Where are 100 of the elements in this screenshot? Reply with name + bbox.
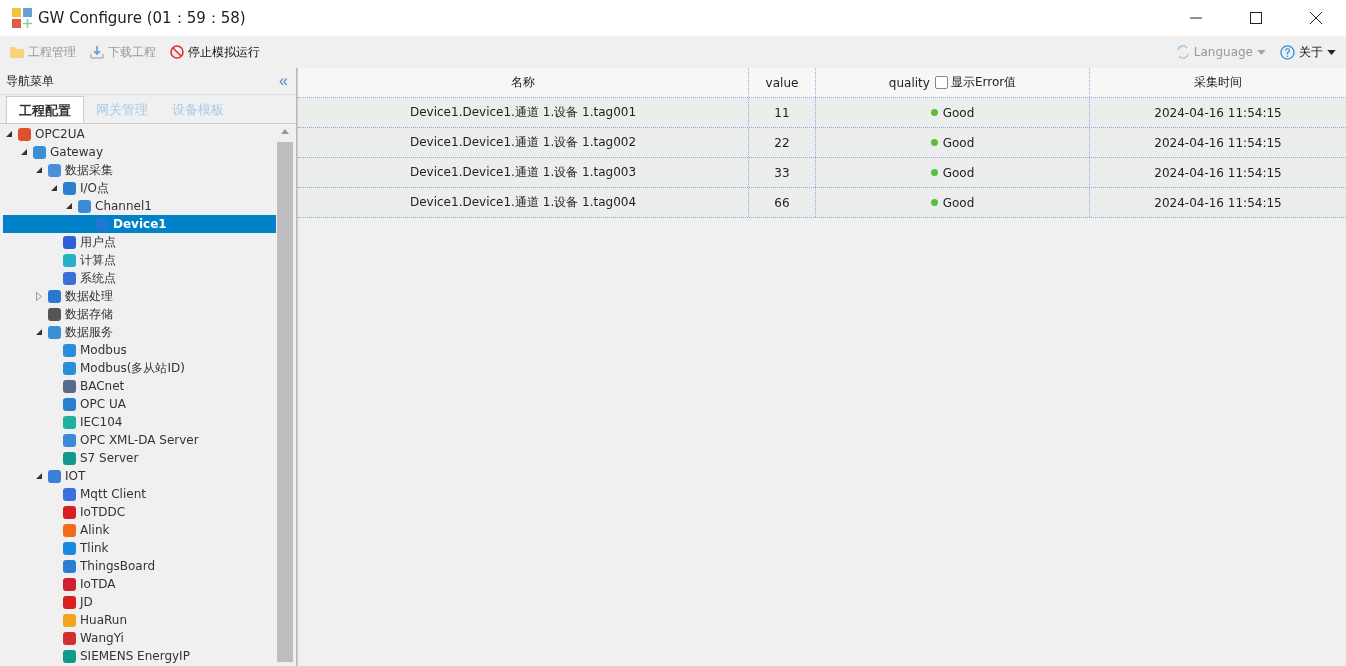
tree-item[interactable]: Mqtt Client — [0, 485, 276, 503]
column-header: value — [749, 68, 816, 97]
tree-node-icon — [63, 505, 76, 519]
prohibited-icon — [170, 45, 184, 59]
tree-node-icon — [63, 235, 76, 249]
tree-node-icon — [63, 649, 76, 663]
column-header: 采集时间 — [1193, 74, 1243, 91]
tree-node-icon — [63, 487, 76, 501]
column-header: 名称 — [298, 68, 749, 97]
caret-icon — [1257, 49, 1266, 55]
table-cell: Good — [942, 135, 975, 150]
tree-item[interactable]: JD — [0, 593, 276, 611]
tree-node-icon — [63, 271, 76, 285]
tree-item[interactable]: OPC UA — [0, 395, 276, 413]
tree-node-icon — [63, 541, 76, 555]
expanded-arrow-icon[interactable] — [36, 329, 42, 335]
table-cell: 33 — [749, 158, 816, 187]
table-cell: Good — [942, 165, 975, 180]
tree-node-icon — [48, 469, 61, 483]
tree-item[interactable]: Device1 — [3, 215, 276, 233]
tree-item[interactable]: WangYi — [0, 629, 276, 647]
tree-item[interactable]: Gateway — [0, 143, 276, 161]
tree-item[interactable]: Modbus — [0, 341, 276, 359]
table-cell: 22 — [749, 128, 816, 157]
table-cell: Device1.Device1.通道 1.设备 1.tag001 — [298, 98, 749, 127]
tree-node-icon — [96, 217, 109, 231]
table-cell: Device1.Device1.通道 1.设备 1.tag002 — [298, 128, 749, 157]
tree-node-icon — [78, 199, 91, 213]
tree-node-icon — [33, 145, 46, 159]
table-cell-text: 2024-04-16 11:54:15 — [1153, 104, 1283, 122]
tree-node-icon — [63, 559, 76, 573]
tree-item[interactable]: IEC104 — [0, 413, 276, 431]
table-cell-text: 2024-04-16 11:54:15 — [1153, 164, 1283, 182]
tree-item[interactable]: 数据存储 — [0, 305, 276, 323]
table-cell: Good — [942, 195, 975, 210]
toolbar-menu-button[interactable]: 关于 — [1278, 43, 1338, 61]
sidebar-title: 导航菜单 — [6, 72, 54, 90]
table-cell: 11 — [749, 98, 816, 127]
tree-node-icon — [63, 451, 76, 465]
table-cell-text: 2024-04-16 11:54:15 — [1153, 194, 1283, 212]
tree-item[interactable]: Modbus(多从站ID) — [0, 359, 276, 377]
show-error-checkbox[interactable]: 显示Error值 — [934, 74, 1017, 91]
sidebar-tab[interactable]: 工程配置 — [6, 96, 84, 123]
tree-item[interactable]: HuaRun — [0, 611, 276, 629]
window-title: GW Configure (01：59：58) — [38, 8, 246, 28]
tree-item[interactable]: 计算点 — [0, 251, 276, 269]
expanded-arrow-icon[interactable] — [51, 185, 57, 191]
tree-item[interactable]: SIEMENS EnergyIP — [0, 647, 276, 665]
app-logo-icon — [12, 8, 32, 28]
tree-item[interactable]: Alink — [0, 521, 276, 539]
help-icon — [1280, 44, 1295, 60]
tree-item[interactable]: 数据服务 — [0, 323, 276, 341]
tree-node-icon — [63, 253, 76, 267]
toolbar-button[interactable]: 停止模拟运行 — [168, 43, 262, 61]
tree-node-icon — [48, 163, 61, 177]
expanded-arrow-icon[interactable] — [66, 203, 72, 209]
tree-node-icon — [63, 631, 76, 645]
tree-node-icon — [63, 433, 76, 447]
tree-item[interactable]: S7 Server — [0, 449, 276, 467]
tree-node-icon — [48, 325, 61, 339]
table-cell: Good — [942, 105, 975, 120]
tree-node-icon — [63, 361, 76, 375]
tree-node-icon — [48, 307, 61, 321]
tree-node-icon — [48, 289, 61, 303]
maximize-icon[interactable] — [1250, 12, 1262, 24]
tree-node-icon — [63, 379, 76, 393]
tree-node-icon — [63, 397, 76, 411]
tree-item[interactable]: IoTDA — [0, 575, 276, 593]
tree-item[interactable]: 数据采集 — [0, 161, 276, 179]
tree-item[interactable]: IoTDDC — [0, 503, 276, 521]
caret-icon — [1327, 49, 1336, 55]
close-icon[interactable] — [1310, 12, 1322, 24]
table-cell: Device1.Device1.通道 1.设备 1.tag003 — [298, 158, 749, 187]
tree-item[interactable]: IOT — [0, 467, 276, 485]
tree-node-icon — [63, 181, 76, 195]
expanded-arrow-icon[interactable] — [36, 167, 42, 173]
expanded-arrow-icon[interactable] — [36, 473, 42, 479]
tree-item[interactable]: OPC XML-DA Server — [0, 431, 276, 449]
tree-item[interactable]: I/O点 — [0, 179, 276, 197]
expanded-arrow-icon[interactable] — [6, 131, 12, 137]
expanded-arrow-icon[interactable] — [21, 149, 27, 155]
tree-item[interactable]: Tlink — [0, 539, 276, 557]
tree-item[interactable]: ThingsBoard — [0, 557, 276, 575]
table-cell-text: 2024-04-16 11:54:15 — [1153, 134, 1283, 152]
tree-node-icon — [63, 523, 76, 537]
folder-icon — [10, 46, 24, 58]
tree-node-icon — [63, 595, 76, 609]
download-icon — [90, 45, 104, 59]
tree-node-icon — [63, 577, 76, 591]
tree-item[interactable]: Channel1 — [0, 197, 276, 215]
table-cell: 66 — [749, 188, 816, 217]
tree-node-icon — [63, 613, 76, 627]
tree-item[interactable]: OPC2UA — [0, 125, 276, 143]
tree-node-icon — [63, 343, 76, 357]
table-cell: Device1.Device1.通道 1.设备 1.tag004 — [298, 188, 749, 217]
tree-item[interactable]: BACnet — [0, 377, 276, 395]
column-header: quality — [888, 75, 930, 90]
tree-item[interactable]: 数据处理 — [0, 287, 276, 305]
tree-item[interactable]: 用户点 — [0, 233, 276, 251]
tree-item[interactable]: 系统点 — [0, 269, 276, 287]
